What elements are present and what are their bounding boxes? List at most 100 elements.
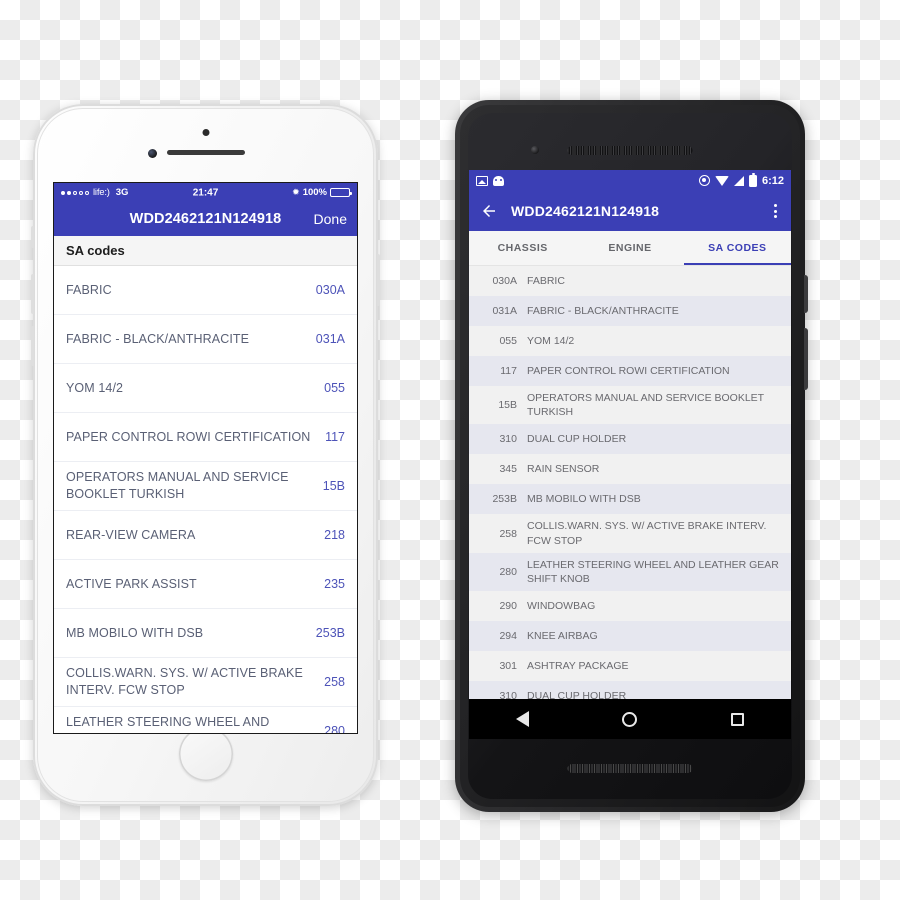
row-label: ACTIVE PARK ASSIST <box>66 576 197 591</box>
table-row[interactable]: COLLIS.WARN. SYS. W/ ACTIVE BRAKE INTERV… <box>54 658 357 707</box>
front-camera-icon <box>531 146 539 154</box>
table-row[interactable]: 280 LEATHER STEERING WHEEL AND LEATHER GE… <box>469 552 791 592</box>
table-row[interactable]: 258 COLLIS.WARN. SYS. W/ ACTIVE BRAKE INT… <box>469 514 791 553</box>
page-title: WDD2462121N124918 <box>129 211 282 227</box>
carrier-label: life:) <box>93 187 110 198</box>
row-code: 253B <box>315 626 345 640</box>
network-type-label: 3G <box>115 187 129 198</box>
status-right-group: 6:12 <box>698 172 784 187</box>
tab-chassis[interactable]: CHASSIS <box>469 231 576 265</box>
table-row[interactable]: 030A FABRIC <box>469 266 791 296</box>
table-row[interactable]: 294 KNEE AIRBAG <box>469 621 791 652</box>
row-label: LEATHER STEERING WHEEL AND LEATHER GEAR … <box>66 715 270 733</box>
table-row[interactable]: LEATHER STEERING WHEEL AND LEATHER GEAR … <box>54 707 357 733</box>
volume-down-button[interactable] <box>31 326 34 366</box>
row-code: 055 <box>324 381 345 395</box>
table-row[interactable]: FABRIC 030A <box>54 266 357 315</box>
android-robot-icon <box>493 175 504 186</box>
table-row[interactable]: OPERATORS MANUAL AND SERVICE BOOKLET TUR… <box>54 462 357 511</box>
table-row[interactable]: 345 RAIN SENSOR <box>469 454 791 485</box>
row-label: COLLIS.WARN. SYS. W/ ACTIVE BRAKE INTERV… <box>527 520 767 547</box>
ios-status-bar: life:) 3G 21:47 ✹ 100% <box>54 183 357 202</box>
table-row[interactable]: 031A FABRIC - BLACK/ANTHRACITE <box>469 296 791 326</box>
row-label: REAR-VIEW CAMERA <box>66 527 196 542</box>
nav-home-icon[interactable] <box>622 711 638 727</box>
volume-up-button[interactable] <box>31 274 34 314</box>
row-label: COLLIS.WARN. SYS. W/ ACTIVE BRAKE INTERV… <box>66 666 303 697</box>
row-code: 301 <box>499 660 517 673</box>
row-label: KNEE AIRBAG <box>527 629 598 642</box>
android-screen: 6:12 WDD2462121N124918 CHASSIS ENGINE SA C… <box>469 170 791 739</box>
android-sa-codes-list[interactable]: 030A FABRIC 031A FABRIC - BLACK/ANTHRACITE 0… <box>469 266 791 739</box>
row-label: MB MOBILO WITH DSB <box>66 625 204 640</box>
ios-sa-codes-list[interactable]: FABRIC 030A FABRIC - BLACK/ANTHRACITE 031A Y… <box>54 266 357 733</box>
table-row[interactable]: 253B MB MOBILO WITH DSB <box>469 484 791 515</box>
location-icon <box>698 175 710 186</box>
nav-back-icon[interactable] <box>515 711 529 727</box>
front-camera-icon <box>148 149 157 158</box>
table-row[interactable]: YOM 14/2 055 <box>54 364 357 413</box>
table-row[interactable]: MB MOBILO WITH DSB 253B <box>54 609 357 658</box>
row-code: 117 <box>325 430 345 444</box>
earpiece-speaker-icon <box>166 150 245 155</box>
table-row[interactable]: FABRIC - BLACK/ANTHRACITE 031A <box>54 315 357 364</box>
arrow-back-icon[interactable] <box>480 202 498 220</box>
row-label: ASHTRAY PACKAGE <box>527 659 629 672</box>
table-row[interactable]: 310 DUAL CUP HOLDER <box>469 424 791 455</box>
row-label: OPERATORS MANUAL AND SERVICE BOOKLET TUR… <box>527 392 764 419</box>
done-button[interactable]: Done <box>314 211 347 227</box>
table-row[interactable]: REAR-VIEW CAMERA 218 <box>54 511 357 560</box>
more-vert-icon[interactable] <box>771 201 780 221</box>
screenshot-icon <box>476 175 488 186</box>
row-code: 15B <box>498 399 517 412</box>
row-label: WINDOWBAG <box>527 599 596 612</box>
clock-label: 21:47 <box>192 187 219 198</box>
table-row[interactable]: ACTIVE PARK ASSIST 235 <box>54 560 357 609</box>
iphone-device: life:) 3G 21:47 ✹ 100% WDD2462121N124918… <box>31 104 380 806</box>
bluetooth-icon: ✹ <box>292 187 300 197</box>
tab-engine[interactable]: ENGINE <box>576 231 683 265</box>
bottom-speaker-icon <box>567 764 693 773</box>
silent-switch[interactable] <box>31 226 34 248</box>
row-code: 117 <box>500 365 517 377</box>
table-row[interactable]: 117 PAPER CONTROL ROWI CERTIFICATION <box>469 356 791 386</box>
row-label: YOM 14/2 <box>66 380 124 395</box>
row-code: 15B <box>322 479 345 493</box>
row-code: 345 <box>499 463 517 476</box>
home-button[interactable] <box>178 727 233 781</box>
volume-rocker-button[interactable] <box>804 328 808 390</box>
section-header: SA codes <box>54 236 357 266</box>
row-label: FABRIC - BLACK/ANTHRACITE <box>527 304 679 317</box>
table-row[interactable]: 290 WINDOWBAG <box>469 591 791 622</box>
tab-sa-codes[interactable]: SA CODES <box>683 231 791 265</box>
battery-icon <box>330 188 352 197</box>
row-label: FABRIC <box>66 282 112 297</box>
earpiece-speaker-icon <box>567 146 693 155</box>
table-row[interactable]: 055 YOM 14/2 <box>469 326 791 356</box>
power-button[interactable] <box>804 275 808 313</box>
nav-recents-icon[interactable] <box>731 712 745 726</box>
signal-strength-icon <box>61 190 89 195</box>
row-label: DUAL CUP HOLDER <box>527 433 627 446</box>
row-code: 055 <box>499 335 517 347</box>
table-row[interactable]: 15B OPERATORS MANUAL AND SERVICE BOOKLET … <box>469 386 791 425</box>
wifi-icon <box>714 175 729 186</box>
row-code: 280 <box>499 565 517 578</box>
table-row[interactable]: PAPER CONTROL ROWI CERTIFICATION 117 <box>54 413 357 462</box>
android-status-bar: 6:12 <box>469 170 791 191</box>
row-code: 294 <box>499 630 517 643</box>
power-button[interactable] <box>377 254 380 306</box>
page-title: WDD2462121N124918 <box>511 203 660 219</box>
table-row[interactable]: 301 ASHTRAY PACKAGE <box>469 651 791 682</box>
row-label: PAPER CONTROL ROWI CERTIFICATION <box>66 429 311 444</box>
row-code: 290 <box>499 600 517 613</box>
row-code: 031A <box>315 332 345 346</box>
row-label: RAIN SENSOR <box>527 463 600 476</box>
android-app-bar: WDD2462121N124918 <box>469 191 791 231</box>
row-code: 258 <box>324 675 345 689</box>
android-tab-bar[interactable]: CHASSIS ENGINE SA CODES <box>469 231 791 266</box>
row-label: FABRIC <box>527 274 565 287</box>
row-code: 310 <box>499 433 517 446</box>
status-right-group: ✹ 100% <box>292 187 352 198</box>
row-label: YOM 14/2 <box>527 334 575 347</box>
